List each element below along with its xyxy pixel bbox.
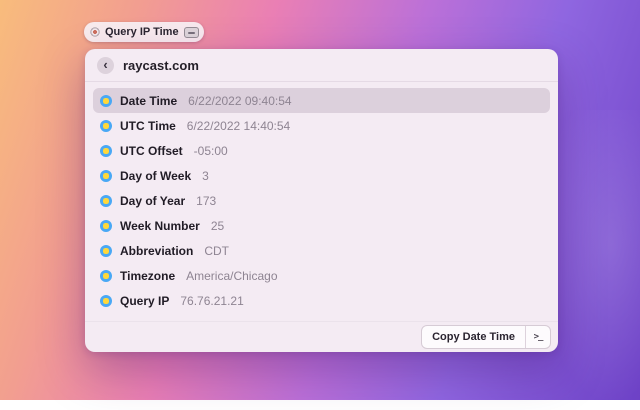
list-item-label: Query IP	[120, 293, 170, 308]
list-item-label: UTC Time	[120, 118, 176, 133]
list-item-label: Abbreviation	[120, 243, 194, 258]
list-item-value: 173	[196, 193, 217, 208]
list-item-value: 6/22/2022 14:40:54	[186, 118, 291, 133]
command-tooltip-pill[interactable]: Query IP Time	[84, 22, 204, 42]
list-item[interactable]: Abbreviation CDT	[93, 238, 550, 263]
list-item[interactable]: Date Time 6/22/2022 09:40:54	[93, 88, 550, 113]
list-item[interactable]: UTC Offset -05:00	[93, 138, 550, 163]
query-title: raycast.com	[123, 57, 199, 73]
window-header: ‹ raycast.com	[85, 49, 558, 82]
raycast-window: ‹ raycast.com Date Time 6/22/2022 09:40:…	[85, 49, 558, 352]
list-item-value: CDT	[204, 243, 230, 258]
globe-sun-icon	[100, 219, 112, 232]
globe-sun-icon	[100, 294, 112, 307]
action-bar: Copy Date Time >_	[85, 321, 558, 352]
terminal-icon[interactable]: >_	[526, 326, 550, 348]
list-item[interactable]: Day of Week 3	[93, 163, 550, 188]
list-item-label: Day of Week	[120, 168, 192, 183]
list-item-value: 76.76.21.21	[180, 293, 244, 308]
list-item[interactable]: Timezone America/Chicago	[93, 263, 550, 288]
list-item-value: 25	[210, 218, 225, 233]
list-item[interactable]: UTC Time 6/22/2022 14:40:54	[93, 113, 550, 138]
globe-sun-icon	[100, 194, 112, 207]
list-item-label: Week Number	[120, 218, 200, 233]
globe-sun-icon	[100, 119, 112, 132]
list-item[interactable]: Day of Year 173	[93, 188, 550, 213]
globe-sun-icon	[100, 144, 112, 157]
copy-date-time-button[interactable]: Copy Date Time	[422, 326, 525, 348]
globe-sun-icon	[100, 94, 112, 107]
globe-sun-icon	[100, 169, 112, 182]
list-item-label: Day of Year	[120, 193, 186, 208]
back-button[interactable]: ‹	[97, 56, 114, 74]
list-item-label: Date Time	[120, 93, 178, 108]
list-item-label: UTC Offset	[120, 143, 183, 158]
globe-sun-icon	[100, 269, 112, 282]
list-item[interactable]: Week Number 25	[93, 213, 550, 238]
chevron-left-icon: ‹	[103, 57, 108, 72]
hotkey-icon	[183, 26, 199, 38]
result-list: Date Time 6/22/2022 09:40:54 UTC Time 6/…	[85, 82, 558, 321]
list-item-value: 3	[202, 168, 209, 183]
list-item-value: 6/22/2022 09:40:54	[188, 93, 292, 108]
list-item[interactable]: Query IP 76.76.21.21	[93, 288, 550, 313]
globe-sun-icon	[100, 244, 112, 257]
list-item-value: -05:00	[193, 143, 228, 158]
command-tooltip-label: Query IP Time	[105, 26, 179, 38]
action-button-group: Copy Date Time >_	[421, 325, 551, 349]
list-item-label: Timezone	[120, 268, 176, 283]
script-record-icon	[90, 27, 100, 37]
list-item-value: America/Chicago	[186, 268, 278, 283]
